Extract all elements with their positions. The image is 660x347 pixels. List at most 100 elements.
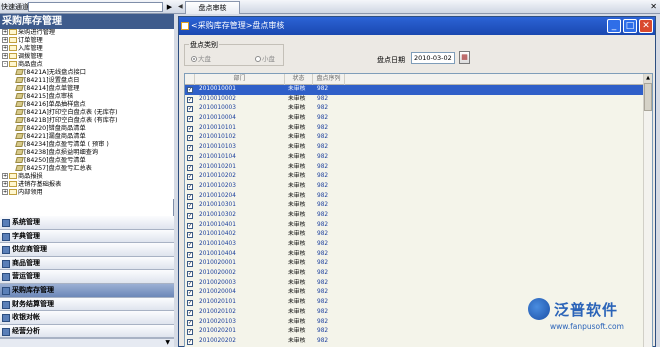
row-checkbox[interactable]: ✓ [187,87,193,93]
table-row[interactable]: ✓ 2010010101 未审核 982 [185,123,645,134]
tree-folder-item[interactable]: - 商品盘点 [2,61,43,69]
tree-folder-item[interactable]: + 商品报损 [2,173,43,181]
module-button[interactable]: 采购库存管理 [0,283,174,298]
tree-function-item[interactable]: [84234]盘点盈亏清单 ( 预审 ) [15,141,109,149]
row-checkbox[interactable]: ✓ [187,212,193,219]
table-row[interactable]: ✓ 2010010002 未审核 982 [185,94,645,105]
row-checkbox[interactable]: ✓ [187,203,193,210]
tree-function-item[interactable]: [84238]盘点损益明细查询 [15,149,98,157]
row-checkbox[interactable]: ✓ [187,290,193,297]
row-checkbox[interactable]: ✓ [187,125,193,132]
radio-large-count[interactable]: 大盘 [191,53,211,63]
table-row[interactable]: ✓ 2010010003 未审核 982 [185,104,645,115]
tree-folder-item[interactable]: + 内部领用 [2,189,43,197]
row-checkbox[interactable]: ✓ [187,242,193,248]
table-row[interactable]: ✓ 2010010204 未审核 982 [185,191,645,202]
collapse-icon[interactable]: - [2,61,8,67]
row-checkbox[interactable]: ✓ [187,251,193,258]
tree-folder-item[interactable]: + 调拨管理 [2,53,43,61]
column-header-department[interactable]: 部门 [195,74,285,85]
module-button[interactable]: 营运管理 [0,270,174,284]
table-row[interactable]: ✓ 2010020003 未审核 982 [185,278,645,289]
window-title-bar[interactable]: <采购库存管理>盘点审核 _ □ ✕ [179,17,655,35]
tab-inventory-audit[interactable]: 盘点审核 [185,1,240,14]
table-row[interactable]: ✓ 2010010102 未审核 982 [185,133,645,144]
column-header-sequence[interactable]: 盘点序列 [313,74,345,85]
row-checkbox[interactable]: ✓ [187,106,193,113]
radio-small-count[interactable]: 小盘 [255,53,275,63]
expand-icon[interactable]: + [2,37,8,43]
table-row[interactable]: ✓ 2010010302 未审核 982 [185,210,645,221]
expand-icon[interactable]: + [2,189,8,195]
module-button[interactable]: 财务结算管理 [0,297,174,312]
expand-icon[interactable]: + [2,181,8,187]
tree-function-item[interactable]: [84257]盘点盈亏汇总表 [15,165,92,173]
row-checkbox[interactable]: ✓ [187,232,193,239]
tree-function-item[interactable]: [8421A]无线盘点接口 [15,69,86,77]
module-button[interactable]: 商品管理 [0,256,174,271]
table-row[interactable]: ✓ 2010010403 未审核 982 [185,240,645,250]
expand-down-icon[interactable]: ▼ [165,339,170,346]
tree-function-item[interactable]: [8421B]打印空白盘点表 (有库存) [15,117,118,125]
table-row[interactable]: ✓ 2010020002 未审核 982 [185,269,645,279]
row-checkbox[interactable]: ✓ [187,338,193,345]
row-checkbox[interactable]: ✓ [187,183,193,190]
tree-folder-item[interactable]: + 进销存基础报表 [2,181,61,189]
scroll-thumb[interactable] [644,83,652,111]
module-button[interactable]: 收银对帐 [0,311,174,325]
close-tab-icon[interactable]: ✕ [650,2,657,12]
table-row[interactable]: ✓ 2010010301 未审核 982 [185,201,645,211]
table-row[interactable]: ✓ 2010020004 未审核 982 [185,288,645,299]
quick-access-input[interactable] [28,2,163,12]
row-checkbox[interactable]: ✓ [187,154,193,161]
row-checkbox[interactable]: ✓ [187,164,193,171]
scroll-up-icon[interactable]: ▲ [644,74,652,83]
row-checkbox[interactable]: ✓ [187,319,193,326]
inventory-date-field[interactable] [411,52,455,64]
table-row[interactable]: ✓ 2010020001 未审核 982 [185,259,645,270]
row-checkbox[interactable]: ✓ [187,174,193,181]
table-row[interactable]: ✓ 2010010104 未审核 982 [185,152,645,163]
tree-function-item[interactable]: [8421A]打印空白盘点表 (无库存) [15,109,117,117]
tree-function-item[interactable]: [84214]盘点单管理 [15,85,79,93]
table-row[interactable]: ✓ 2010010103 未审核 982 [185,143,645,153]
expand-icon[interactable]: + [2,53,8,59]
close-window-button[interactable]: ✕ [639,19,653,33]
row-checkbox[interactable]: ✓ [187,96,193,103]
row-checkbox[interactable]: ✓ [187,300,193,307]
row-checkbox[interactable]: ✓ [187,222,193,229]
row-checkbox[interactable]: ✓ [187,329,193,336]
row-checkbox[interactable]: ✓ [187,271,193,278]
row-checkbox[interactable]: ✓ [187,309,193,316]
go-arrow-icon[interactable]: ▶ [165,2,174,12]
maximize-button[interactable]: □ [623,19,637,33]
expand-icon[interactable]: + [2,29,8,35]
row-checkbox[interactable]: ✓ [187,145,193,152]
tree-function-item[interactable]: [84220]错盘商品清单 [15,125,86,133]
row-checkbox[interactable]: ✓ [187,135,193,142]
tree-folder-item[interactable]: + 订单管理 [2,37,43,45]
tree-folder-item[interactable]: + 入库管理 [2,45,43,53]
table-row[interactable]: ✓ 2010010203 未审核 982 [185,181,645,192]
row-checkbox[interactable]: ✓ [187,116,193,123]
calendar-icon[interactable]: ▦ [459,51,470,64]
row-checkbox[interactable]: ✓ [187,261,193,268]
table-row[interactable]: ✓ 2010010201 未审核 982 [185,162,645,173]
module-button[interactable]: 供应商管理 [0,243,174,257]
tree-folder-item[interactable]: + 采购进行管理 [2,29,55,37]
column-header-select[interactable] [185,74,195,85]
expand-icon[interactable]: + [2,173,8,179]
column-header-status[interactable]: 状态 [285,74,313,85]
table-row[interactable]: ✓ 2010010001 未审核 982 [185,85,645,95]
module-button[interactable]: 经营分析 [0,324,174,339]
table-row[interactable]: ✓ 2010010202 未审核 982 [185,172,645,182]
table-row[interactable]: ✓ 2010010004 未审核 982 [185,114,645,124]
tree-function-item[interactable]: [84216]单品抽样盘点 [15,101,86,109]
tree-function-item[interactable]: [84250]盘点盈亏清单 [15,157,86,165]
tree-function-item[interactable]: [84211]设置盘点日 [15,77,79,85]
tree-function-item[interactable]: [84221]漏盘商品清单 [15,133,86,141]
expand-icon[interactable]: + [2,45,8,51]
module-button[interactable]: 字典管理 [0,229,174,244]
row-checkbox[interactable]: ✓ [187,193,193,200]
table-row[interactable]: ✓ 2010010401 未审核 982 [185,220,645,231]
